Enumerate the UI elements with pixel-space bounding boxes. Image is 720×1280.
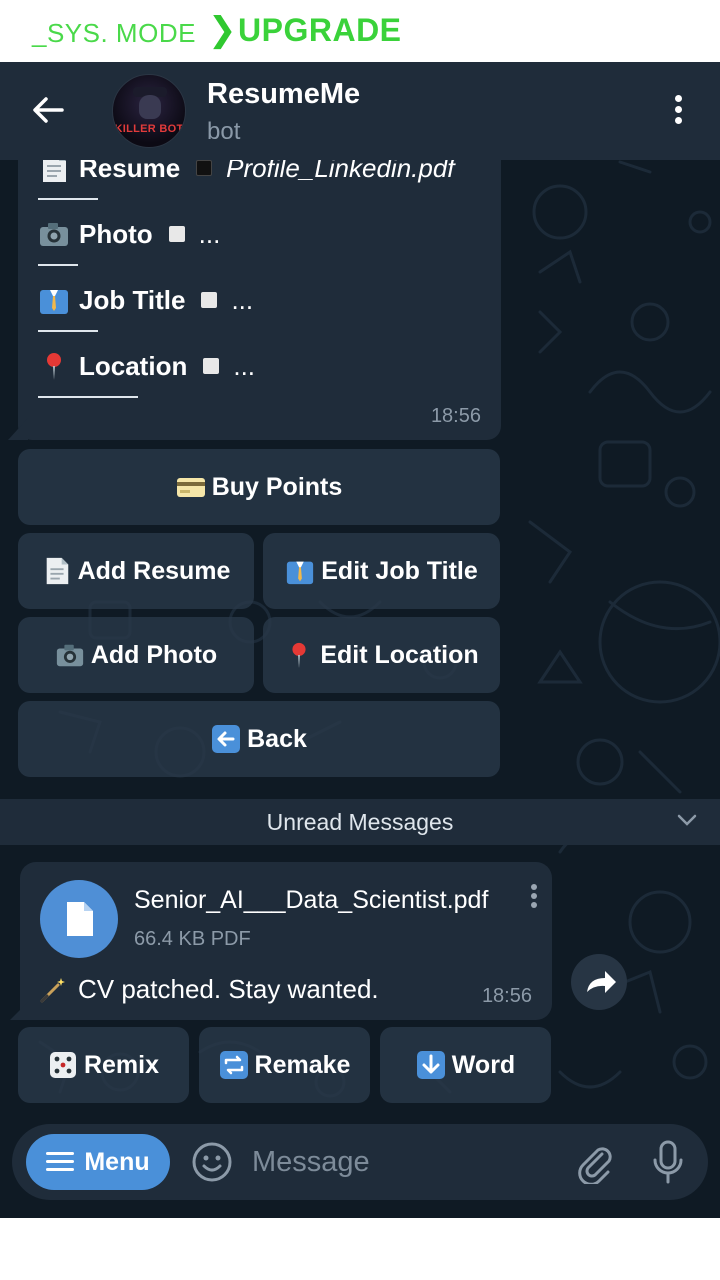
pin-icon	[38, 350, 72, 382]
down-arrow-icon	[416, 1050, 446, 1080]
office-worker-icon	[38, 284, 72, 316]
profile-row-location: Location ...	[38, 346, 255, 386]
sys-mode-label: _SYS. MODE	[32, 18, 196, 48]
add-resume-button[interactable]: Add Resume	[18, 533, 254, 609]
remake-label: Remake	[254, 1050, 351, 1079]
edit-location-label: Edit Location	[320, 640, 479, 669]
add-photo-label: Add Photo	[90, 640, 218, 669]
paperclip-icon[interactable]	[572, 1140, 616, 1184]
message-input[interactable]	[252, 1138, 552, 1186]
chat-subtitle: bot	[207, 118, 241, 145]
remix-button[interactable]: Remix	[18, 1027, 189, 1103]
file-message-bubble: Senior_AI___Data_Scientist.pdf 66.4 KB P…	[20, 862, 552, 1020]
edit-job-title-button[interactable]: Edit Job Title	[263, 533, 500, 609]
divider	[38, 264, 78, 266]
unread-messages-label: Unread Messages	[266, 808, 454, 835]
edit-job-title-label: Edit Job Title	[321, 556, 478, 585]
add-photo-button[interactable]: Add Photo	[18, 617, 254, 693]
message-time: 18:56	[481, 985, 532, 1007]
profile-row-job-title: Job Title ...	[38, 280, 253, 320]
office-worker-icon	[285, 556, 315, 586]
bot-avatar[interactable]: KILLER BOT	[112, 74, 186, 148]
magic-wand-icon	[38, 975, 68, 1005]
pin-icon	[284, 640, 314, 670]
credit-card-icon	[176, 472, 206, 502]
profile-row-label: Job Title	[79, 284, 186, 315]
location-value: ...	[233, 350, 256, 381]
repeat-icon	[219, 1050, 249, 1080]
hamburger-icon	[46, 1152, 75, 1172]
unread-messages-divider: Unread Messages	[0, 799, 720, 845]
camera-icon	[38, 218, 72, 250]
buy-points-label: Buy Points	[211, 472, 343, 501]
profile-row-label: Photo	[79, 218, 153, 249]
avatar-logo-text: KILLER BOT	[114, 123, 184, 135]
document-file-icon[interactable]	[40, 880, 118, 958]
chat-title[interactable]: ResumeMe	[207, 78, 360, 111]
photo-value: ...	[198, 218, 221, 249]
job-title-value: ...	[231, 284, 254, 315]
message-time: 18:56	[430, 405, 481, 427]
upgrade-label[interactable]: UPGRADE	[238, 12, 402, 49]
edit-location-button[interactable]: Edit Location	[263, 617, 500, 693]
system-banner: _SYS. MODE ❯ UPGRADE	[0, 0, 720, 62]
file-more-icon[interactable]	[526, 882, 542, 916]
page-icon	[42, 556, 72, 586]
remix-label: Remix	[83, 1050, 160, 1079]
file-name[interactable]: Senior_AI___Data_Scientist.pdf	[134, 886, 488, 915]
chevron-down-icon[interactable]	[676, 809, 698, 831]
back-arrow-icon	[211, 724, 241, 754]
buy-points-button[interactable]: Buy Points	[18, 449, 500, 525]
divider	[38, 198, 98, 200]
camera-icon	[55, 640, 85, 670]
divider	[38, 330, 98, 332]
back-arrow-icon[interactable]	[28, 90, 68, 130]
caption-text: CV patched. Stay wanted.	[78, 974, 379, 1004]
back-label: Back	[247, 724, 307, 753]
file-size: 66.4 KB PDF	[134, 928, 251, 950]
profile-row-photo: Photo ...	[38, 214, 220, 254]
dice-icon	[48, 1050, 78, 1080]
divider	[38, 396, 138, 398]
profile-message-bubble: Resume Profile_Linkedin.pdf Photo ... Jo…	[18, 142, 501, 440]
forward-share-button[interactable]	[571, 954, 627, 1010]
share-arrow-icon	[587, 971, 616, 993]
remake-button[interactable]: Remake	[199, 1027, 370, 1103]
microphone-icon[interactable]	[648, 1138, 688, 1186]
more-options-icon[interactable]	[664, 92, 692, 132]
menu-label: Menu	[84, 1147, 150, 1176]
back-button[interactable]: Back	[18, 701, 500, 777]
chat-header: KILLER BOT ResumeMe bot	[0, 62, 720, 160]
message-input-bar: Menu	[12, 1124, 708, 1200]
word-label: Word	[451, 1050, 516, 1079]
emoji-icon[interactable]	[190, 1140, 234, 1184]
chevron-right-icon: ❯	[208, 11, 237, 49]
word-button[interactable]: Word	[380, 1027, 551, 1103]
menu-button[interactable]: Menu	[26, 1134, 170, 1190]
telegram-chat-screen: KILLER BOT ResumeMe bot Resume Profile_L…	[0, 62, 720, 1218]
profile-row-label: Location	[79, 350, 188, 381]
add-resume-label: Add Resume	[77, 556, 231, 585]
file-caption: CV patched. Stay wanted.	[38, 974, 379, 1005]
